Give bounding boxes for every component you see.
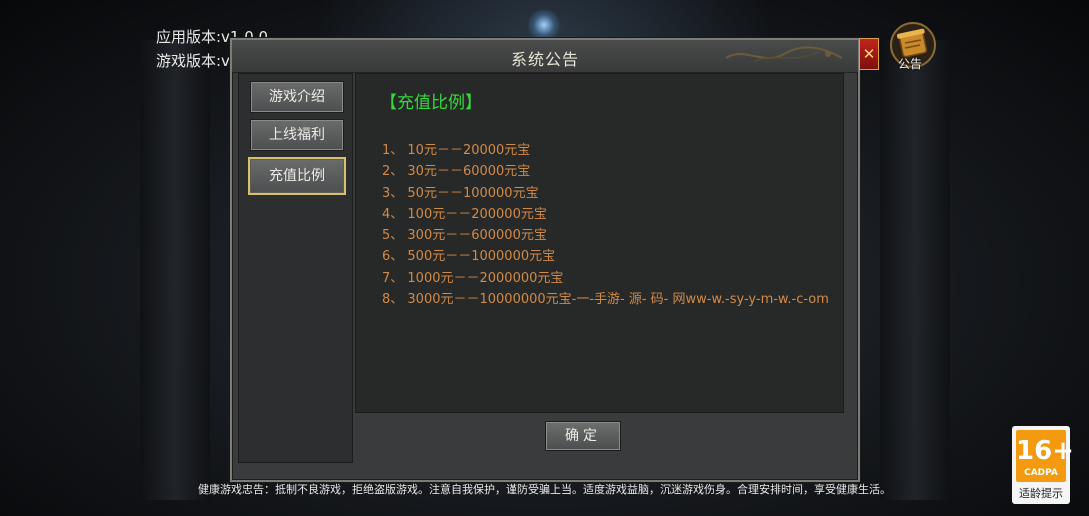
content-title: 【充值比例】 bbox=[380, 93, 482, 113]
rate-item: 6、 500元－－1000000元宝 bbox=[382, 249, 556, 265]
dragon-ornament-icon bbox=[725, 46, 843, 63]
age-org: CADPA bbox=[1024, 468, 1058, 478]
background-light bbox=[527, 10, 561, 40]
dialog-title-bar: 系统公告 bbox=[232, 40, 858, 73]
tab-recharge-ratio[interactable]: 充值比例 bbox=[248, 157, 346, 195]
close-button[interactable]: ✕ bbox=[859, 38, 879, 70]
notice-label[interactable]: 公告 bbox=[898, 55, 922, 72]
rate-item: 3、 50元－－100000元宝 bbox=[382, 185, 539, 201]
confirm-button[interactable]: 确定 bbox=[545, 421, 621, 451]
rate-list: 1、 10元－－20000元宝 2、 30元－－60000元宝 3、 50元－－… bbox=[382, 140, 829, 310]
age-rating-badge: 16+ CADPA 适龄提示 bbox=[1012, 426, 1074, 504]
age-rating-top: 16+ CADPA bbox=[1016, 430, 1074, 482]
game-version: 游戏版本:v bbox=[156, 52, 230, 70]
health-advisory: 健康游戏忠告：抵制不良游戏，拒绝盗版游戏。注意自我保护，谨防受骗上当。适度游戏益… bbox=[198, 483, 891, 496]
rate-item: 1、 10元－－20000元宝 bbox=[382, 143, 531, 158]
tab-login-rewards[interactable]: 上线福利 bbox=[250, 119, 344, 151]
age-number: 16+ bbox=[1016, 436, 1074, 466]
background-pillar-left bbox=[140, 40, 210, 500]
rate-item: 7、 1000元－－2000000元宝 bbox=[382, 270, 564, 286]
background-pillar-right bbox=[880, 40, 950, 500]
rate-item: 4、 100元－－200000元宝 bbox=[382, 206, 547, 222]
tab-game-intro[interactable]: 游戏介绍 bbox=[250, 81, 344, 113]
rate-item: 8、 3000元－－10000000元宝-一-手游- 源- 码- 网ww-w.-… bbox=[382, 292, 829, 308]
age-tip: 适龄提示 bbox=[1019, 487, 1063, 500]
rate-item: 5、 300元－－600000元宝 bbox=[382, 228, 547, 244]
rate-item: 2、 30元－－60000元宝 bbox=[382, 164, 531, 180]
